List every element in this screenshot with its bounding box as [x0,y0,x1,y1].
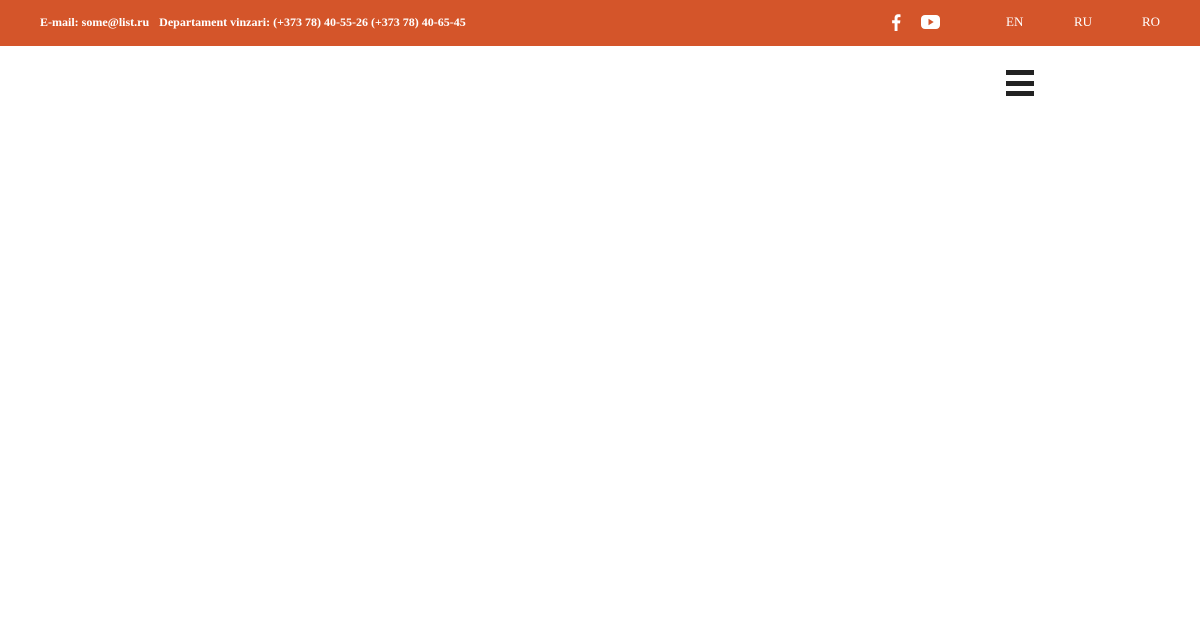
language-ru-link[interactable]: RU [1074,14,1092,30]
top-bar: E-mail: some@list.ru Departament vinzari:… [0,0,1200,46]
email-link[interactable]: E-mail: some@list.ru [40,15,149,29]
site-header [0,46,1200,630]
language-ro-link[interactable]: RO [1142,14,1160,30]
contact-info: E-mail: some@list.ru Departament vinzari:… [40,14,466,30]
youtube-icon [920,15,940,29]
hamburger-menu-icon-middle [1006,80,1034,86]
facebook-icon [892,13,901,31]
hamburger-menu-icon-bottom [1006,91,1034,96]
facebook-link[interactable] [886,12,906,32]
sales-phone-link[interactable]: Departament vinzari: (+373 78) 40-55-26 … [159,15,466,29]
language-en-link[interactable]: EN [1006,14,1023,30]
youtube-link[interactable] [918,12,942,32]
hamburger-menu-icon [1006,70,1034,75]
menu-toggle-button[interactable] [1004,68,1036,98]
